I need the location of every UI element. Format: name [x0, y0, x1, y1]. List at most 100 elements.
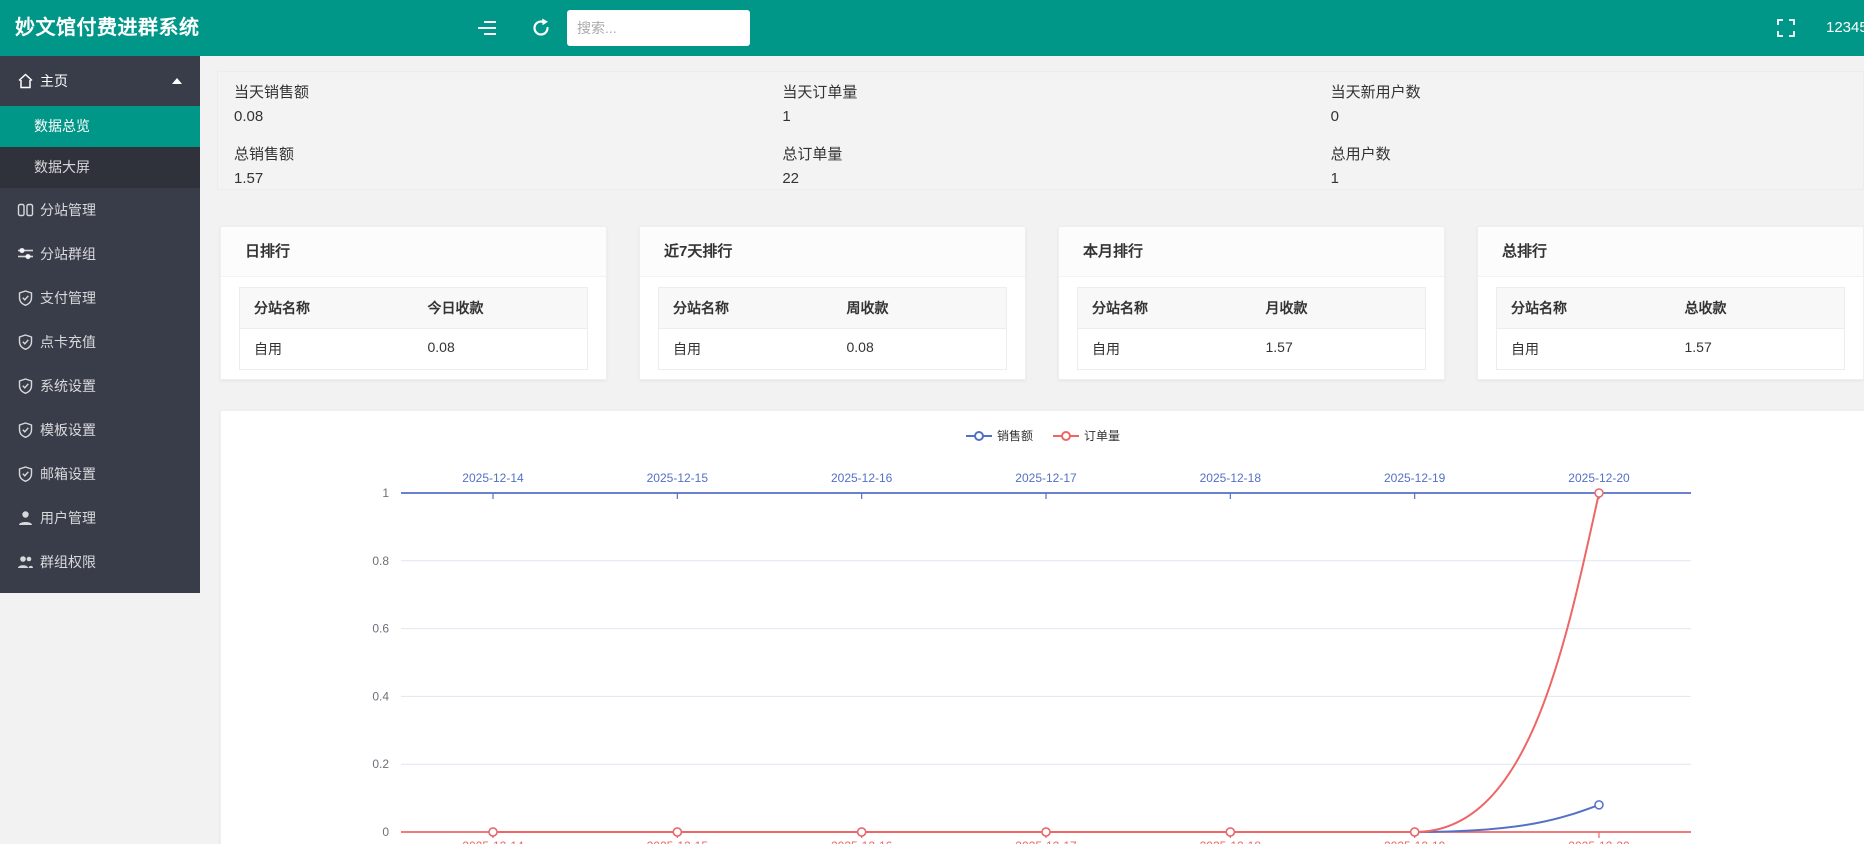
search-input[interactable] [567, 10, 750, 46]
rank-cell-amount: 1.57 [1252, 329, 1426, 369]
svg-text:2025-12-19: 2025-12-19 [1384, 839, 1446, 844]
svg-text:2025-12-16: 2025-12-16 [831, 471, 893, 485]
rank-cell-amount: 0.08 [833, 329, 1007, 369]
svg-text:1: 1 [382, 486, 389, 500]
rank-card-total: 总排行 分站名称 总收款 自用 1.57 [1477, 226, 1864, 380]
svg-text:2025-12-14: 2025-12-14 [462, 839, 524, 844]
rank-cell-site: 自用 [659, 329, 833, 369]
sidebar-nav: 主页 数据总览 数据大屏 分站管理 分站群组 支付管理 点卡充值 [0, 56, 200, 593]
rank-card-title: 总排行 [1478, 227, 1863, 277]
svg-text:2025-12-17: 2025-12-17 [1015, 471, 1077, 485]
shield-check-icon [17, 334, 34, 351]
svg-text:0: 0 [382, 825, 389, 839]
header-bar: 妙文馆付费进群系统 12345 [0, 0, 1864, 56]
sidebar-item-template-settings[interactable]: 模板设置 [0, 408, 200, 452]
stat-label: 当天销售额 [234, 81, 750, 102]
user-menu[interactable]: 12345 [1826, 0, 1864, 56]
svg-text:0.4: 0.4 [372, 689, 389, 703]
shield-check-icon [17, 466, 34, 483]
stat-value: 1 [782, 108, 1298, 125]
line-chart[interactable]: 0 0.2 0.4 0.6 0.8 1 2025-12-14 2025-12-14 2025-1… [221, 411, 1864, 844]
sidebar-item-label: 模板设置 [40, 422, 96, 438]
stat-value: 1 [1331, 170, 1847, 187]
rank-cell-amount: 1.57 [1671, 329, 1845, 369]
svg-text:2025-12-18: 2025-12-18 [1200, 471, 1262, 485]
sidebar-item-data-overview[interactable]: 数据总览 [0, 106, 200, 147]
table-row: 自用 0.08 [240, 329, 587, 369]
rank-table: 分站名称 月收款 自用 1.57 [1077, 287, 1426, 370]
sidebar-item-substation-groups[interactable]: 分站群组 [0, 232, 200, 276]
sidebar-item-payment-manage[interactable]: 支付管理 [0, 276, 200, 320]
svg-text:2025-12-16: 2025-12-16 [831, 839, 893, 844]
svg-text:0.2: 0.2 [372, 757, 389, 771]
svg-text:2025-12-15: 2025-12-15 [647, 839, 709, 844]
home-icon [17, 73, 34, 90]
svg-text:2025-12-17: 2025-12-17 [1015, 839, 1077, 844]
refresh-glyph [531, 18, 551, 38]
sidebar-item-label: 数据总览 [34, 118, 90, 134]
sidebar-item-label: 数据大屏 [34, 159, 90, 175]
fullscreen-glyph [1777, 19, 1795, 37]
table-row: 自用 1.57 [1497, 329, 1844, 369]
hamburger-icon [477, 20, 497, 36]
rank-card-month: 本月排行 分站名称 月收款 自用 1.57 [1058, 226, 1445, 380]
sidebar-item-label: 分站管理 [40, 202, 96, 218]
stat-today-new-users: 当天新用户数 0 [1315, 72, 1863, 134]
refresh-icon[interactable] [527, 14, 555, 42]
collapse-menu-icon[interactable] [473, 14, 501, 42]
rank-col-header: 周收款 [833, 288, 1007, 329]
rank-col-header: 分站名称 [1078, 288, 1252, 329]
stat-total-orders: 总订单量 22 [766, 134, 1314, 196]
sidebar-item-label: 用户管理 [40, 510, 96, 526]
sales-orders-chart-card: 销售额 订单量 00.20.40.60.812025-12-142025-12-… [220, 410, 1864, 844]
table-row: 自用 0.08 [659, 329, 1006, 369]
rank-col-header: 总收款 [1671, 288, 1845, 329]
stats-overview-panel: 当天销售额 0.08 当天订单量 1 当天新用户数 0 总销售额 1.57 总订… [217, 71, 1864, 190]
rank-col-header: 分站名称 [240, 288, 414, 329]
rank-card-daily: 日排行 分站名称 今日收款 自用 0.08 [220, 226, 607, 380]
sidebar-item-card-recharge[interactable]: 点卡充值 [0, 320, 200, 364]
shield-check-icon [17, 290, 34, 307]
rank-col-header: 月收款 [1252, 288, 1426, 329]
sliders-icon [17, 246, 34, 263]
sidebar-item-label: 系统设置 [40, 378, 96, 394]
rank-cell-site: 自用 [1078, 329, 1252, 369]
stat-label: 当天新用户数 [1331, 81, 1847, 102]
rank-card-title: 日排行 [221, 227, 606, 277]
rank-cell-amount: 0.08 [414, 329, 588, 369]
sidebar-item-label: 群组权限 [40, 554, 96, 570]
sidebar-item-group-permissions[interactable]: 群组权限 [0, 540, 200, 584]
stat-label: 总订单量 [782, 143, 1298, 164]
columns-icon [17, 202, 34, 219]
svg-text:2025-12-19: 2025-12-19 [1384, 471, 1446, 485]
fullscreen-icon[interactable] [1772, 14, 1800, 42]
stat-total-sales: 总销售额 1.57 [218, 134, 766, 196]
svg-text:0.8: 0.8 [372, 554, 389, 568]
sidebar-item-substation-manage[interactable]: 分站管理 [0, 188, 200, 232]
table-row: 自用 1.57 [1078, 329, 1425, 369]
stat-label: 当天订单量 [782, 81, 1298, 102]
rank-col-header: 分站名称 [659, 288, 833, 329]
sidebar-item-mail-settings[interactable]: 邮箱设置 [0, 452, 200, 496]
sidebar-item-home[interactable]: 主页 [0, 56, 200, 106]
rank-card-title: 本月排行 [1059, 227, 1444, 277]
rank-table: 分站名称 周收款 自用 0.08 [658, 287, 1007, 370]
stat-label: 总销售额 [234, 143, 750, 164]
svg-text:0.6: 0.6 [372, 622, 389, 636]
svg-text:2025-12-15: 2025-12-15 [647, 471, 709, 485]
rank-col-header: 今日收款 [414, 288, 588, 329]
sidebar-item-data-screen[interactable]: 数据大屏 [0, 147, 200, 188]
svg-text:2025-12-14: 2025-12-14 [462, 471, 524, 485]
svg-text:2025-12-20: 2025-12-20 [1568, 471, 1630, 485]
sidebar-item-user-manage[interactable]: 用户管理 [0, 496, 200, 540]
rank-cell-site: 自用 [240, 329, 414, 369]
rank-col-header: 分站名称 [1497, 288, 1671, 329]
stat-total-users: 总用户数 1 [1315, 134, 1863, 196]
stat-label: 总用户数 [1331, 143, 1847, 164]
stat-value: 0.08 [234, 108, 750, 125]
stat-today-sales: 当天销售额 0.08 [218, 72, 766, 134]
sidebar-item-system-settings[interactable]: 系统设置 [0, 364, 200, 408]
rank-table: 分站名称 今日收款 自用 0.08 [239, 287, 588, 370]
sidebar-item-label: 点卡充值 [40, 334, 96, 350]
stat-value: 0 [1331, 108, 1847, 125]
